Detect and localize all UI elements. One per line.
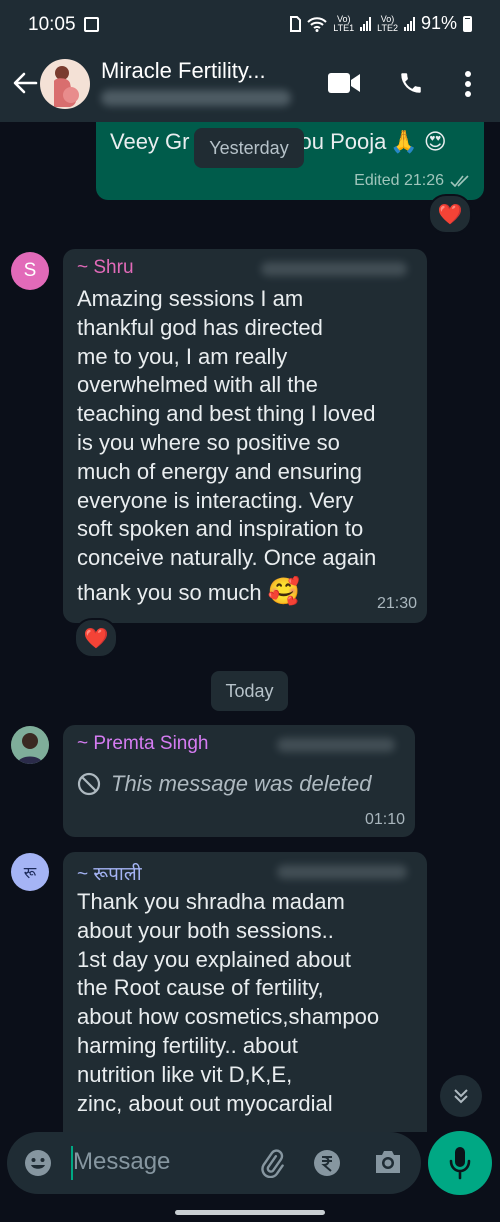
message-line: 1st day you explained about — [77, 946, 351, 972]
message-time: 01:10 — [364, 811, 405, 828]
home-indicator — [175, 1210, 325, 1215]
sender-name: ~ Shru — [77, 257, 134, 278]
lte1-indicator: Vo) LTE1 — [333, 13, 355, 33]
gallery-notification-icon — [84, 17, 99, 32]
message-time: 21:30 — [376, 595, 417, 612]
chat-subtitle-blurred — [101, 90, 291, 106]
lte2-indicator: Vo) LTE2 — [377, 13, 398, 33]
message-line: soft spoken and inspiration to — [77, 516, 364, 542]
sim-icon — [290, 15, 302, 32]
heart-reaction[interactable]: ❤️ — [74, 618, 118, 658]
sender-phone-blurred — [277, 865, 407, 879]
profile-photo — [11, 726, 49, 764]
message-line: the Root cause of fertility, — [77, 975, 324, 1001]
heart-eyes-emoji-icon: 😍 — [423, 129, 447, 154]
message-line: is you where so positive so — [77, 429, 340, 455]
avatar-shru[interactable]: S — [11, 252, 49, 290]
sender-phone-blurred — [277, 738, 395, 752]
status-time: 10:05 — [28, 14, 76, 35]
microphone-icon — [449, 1147, 471, 1180]
heart-reaction[interactable]: ❤️ — [428, 194, 472, 234]
pregnant-woman-illustration — [54, 66, 79, 107]
incoming-message-shru[interactable]: ~ Shru Amazing sessions I am thankful go… — [63, 249, 427, 623]
message-text-end: ou Pooja — [299, 129, 387, 154]
voice-call-icon[interactable] — [398, 70, 424, 96]
message-line: conceive naturally. Once again — [77, 545, 377, 571]
message-line: thank you so much — [77, 579, 262, 605]
message-line: harming fertility.. about — [77, 1032, 298, 1058]
date-divider-yesterday: Yesterday — [194, 128, 304, 168]
deleted-icon — [77, 772, 101, 796]
message-line: overwhelmed with all the — [77, 372, 318, 398]
more-options-icon[interactable] — [464, 70, 472, 98]
avatar-premta[interactable] — [11, 726, 49, 764]
status-bar: 10:05 Vo) LTE1 Vo) LTE2 91% — [0, 0, 500, 50]
group-avatar[interactable] — [40, 59, 90, 109]
message-line: about how cosmetics,shampoo — [77, 1004, 380, 1030]
message-placeholder: Message — [73, 1148, 171, 1175]
compose-bar: Message — [0, 1131, 500, 1222]
message-line: much of energy and ensuring — [77, 458, 362, 484]
chat-title[interactable]: Miracle Fertility... — [101, 58, 266, 84]
message-line: everyone is interacting. Very — [77, 487, 354, 513]
message-text-start: Veey Gr — [110, 129, 190, 154]
chat-header: Miracle Fertility... — [0, 50, 500, 122]
avatar-rupali[interactable]: रू — [11, 853, 49, 891]
chat-area[interactable]: Veey Gr ou Pooja 🙏 😍 Edited 21:26 Yester… — [0, 122, 500, 1132]
deleted-message-text: This message was deleted — [111, 771, 372, 796]
message-edited-time: Edited 21:26 — [354, 172, 444, 189]
camera-icon[interactable] — [373, 1149, 403, 1175]
double-chevron-down-icon — [454, 1089, 468, 1104]
message-line: about your both sessions.. — [77, 917, 334, 943]
wifi-icon — [307, 16, 327, 32]
message-line: Amazing sessions I am — [77, 286, 304, 311]
voice-message-button[interactable] — [428, 1131, 492, 1195]
message-line: teaching and best thing I loved — [77, 401, 376, 427]
read-receipt-icon — [450, 175, 469, 187]
scroll-to-bottom-button[interactable] — [440, 1075, 482, 1117]
heart-icon: ❤️ — [83, 627, 109, 650]
video-call-icon[interactable] — [327, 72, 361, 94]
smiling-hearts-emoji-icon: 🥰 — [267, 575, 301, 606]
incoming-message-rupali[interactable]: ~ रूपाली Thank you shradha madam about y… — [63, 852, 427, 1132]
message-line: thankful god has directed — [77, 314, 323, 340]
battery-percent: 91% — [420, 13, 457, 33]
attach-icon[interactable] — [257, 1148, 287, 1178]
pray-emoji-icon: 🙏 — [390, 129, 418, 154]
avatar-initial: S — [23, 260, 37, 281]
status-icons: Vo) LTE1 Vo) LTE2 91% — [289, 13, 472, 34]
back-arrow-icon[interactable] — [12, 70, 38, 96]
date-divider-today: Today — [211, 671, 288, 711]
signal-2-icon — [403, 16, 415, 31]
heart-icon: ❤️ — [437, 203, 463, 226]
sender-phone-blurred — [261, 262, 407, 276]
signal-1-icon — [360, 16, 372, 31]
message-line: me to you, I am really — [77, 343, 288, 369]
message-line: Thank you shradha madam — [77, 889, 345, 914]
payment-rupee-icon[interactable] — [313, 1149, 341, 1177]
sender-name: ~ रूपाली — [77, 864, 142, 885]
incoming-message-premta[interactable]: ~ Premta Singh This message was deleted … — [63, 725, 415, 837]
message-line: nutrition like vit D,K,E, — [77, 1061, 293, 1087]
emoji-icon[interactable] — [24, 1149, 52, 1177]
battery-icon — [463, 15, 472, 32]
avatar-initial: रू — [23, 865, 37, 882]
message-line: zinc, about out myocardial — [77, 1090, 333, 1116]
sender-name: ~ Premta Singh — [77, 733, 209, 754]
message-input[interactable]: Message — [7, 1132, 421, 1194]
